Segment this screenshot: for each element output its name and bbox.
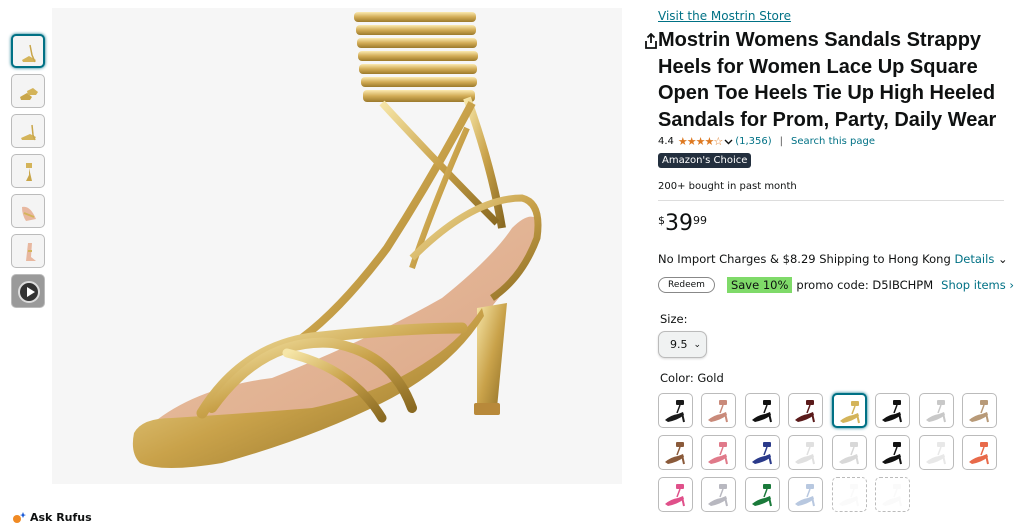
chevron-down-icon[interactable] bbox=[724, 139, 733, 145]
size-dropdown[interactable]: 9.5 ⌄ bbox=[658, 331, 707, 358]
sandal-swatch-icon bbox=[752, 484, 772, 507]
sandal-swatch-icon bbox=[882, 484, 902, 507]
sandal-swatch-icon bbox=[839, 442, 859, 465]
thumbnail-leg-view[interactable] bbox=[11, 234, 45, 268]
color-swatch[interactable] bbox=[658, 435, 693, 470]
main-product-image[interactable] bbox=[52, 8, 665, 484]
sandal-swatch-icon bbox=[926, 442, 946, 465]
thumbnail-worn-foot[interactable] bbox=[11, 194, 45, 228]
color-swatch[interactable] bbox=[745, 393, 780, 428]
search-this-page-link[interactable]: Search this page bbox=[791, 136, 875, 147]
thumbnail-gold-top[interactable] bbox=[11, 154, 45, 188]
gold-sandal-illustration bbox=[132, 12, 542, 468]
sandal-swatch-icon bbox=[708, 400, 728, 423]
share-icon bbox=[645, 33, 657, 49]
shipping-details-link[interactable]: Details bbox=[954, 252, 994, 266]
redeem-button[interactable]: Redeem bbox=[658, 277, 715, 293]
star-rating-icon[interactable]: ★★★★☆ bbox=[678, 135, 723, 148]
rating-count-link[interactable]: (1,356) bbox=[735, 136, 771, 147]
sandal-swatch-icon bbox=[882, 400, 902, 423]
sandal-pair-icon bbox=[20, 88, 38, 100]
price: $ 39 99 bbox=[658, 211, 707, 237]
color-swatch[interactable] bbox=[701, 435, 736, 470]
sandal-swatch-icon bbox=[665, 400, 685, 423]
color-swatch[interactable] bbox=[788, 393, 823, 428]
color-swatch[interactable] bbox=[745, 477, 780, 512]
sandal-swatch-icon bbox=[840, 401, 860, 424]
color-swatch[interactable] bbox=[875, 477, 910, 512]
price-symbol: $ bbox=[658, 214, 665, 227]
sandal-swatch-icon bbox=[752, 442, 772, 465]
color-swatch[interactable] bbox=[788, 477, 823, 512]
rating-value: 4.4 bbox=[658, 136, 674, 147]
price-whole: 39 bbox=[665, 211, 693, 236]
play-icon bbox=[18, 281, 40, 303]
thumbnail-strip bbox=[11, 34, 47, 314]
separator: | bbox=[779, 136, 784, 147]
price-fraction: 99 bbox=[693, 214, 707, 227]
ask-rufus-button[interactable]: Ask Rufus bbox=[12, 511, 92, 524]
color-swatch[interactable] bbox=[919, 435, 954, 470]
bought-count: 200+ bought in past month bbox=[658, 181, 797, 192]
save-badge: Save 10% bbox=[726, 277, 793, 293]
store-link[interactable]: Visit the Mostrin Store bbox=[658, 9, 791, 23]
sandal-swatch-icon bbox=[795, 484, 815, 507]
color-swatch[interactable] bbox=[962, 393, 997, 428]
foot-icon bbox=[22, 206, 36, 221]
sandal-thumbnail-icon bbox=[22, 44, 36, 63]
sandal-swatch-icon bbox=[795, 442, 815, 465]
color-swatch[interactable] bbox=[701, 393, 736, 428]
ask-rufus-label: Ask Rufus bbox=[30, 511, 92, 524]
color-swatch[interactable] bbox=[701, 477, 736, 512]
amazons-choice-badge: Amazon's Choice bbox=[658, 153, 752, 168]
promo-code: promo code: D5IBCHPM bbox=[796, 278, 934, 292]
sandal-swatch-icon bbox=[839, 484, 859, 507]
sandal-swatch-icon bbox=[708, 442, 728, 465]
color-swatch[interactable] bbox=[658, 477, 693, 512]
rating-row: 4.4 ★★★★☆ (1,356) | Search this page bbox=[658, 135, 875, 148]
thumbnail-gold-side[interactable] bbox=[11, 34, 45, 68]
sandal-back-icon bbox=[21, 124, 36, 141]
color-swatch[interactable] bbox=[919, 393, 954, 428]
chevron-down-icon[interactable]: ⌄ bbox=[998, 252, 1008, 266]
color-label: Color: Gold bbox=[660, 371, 724, 385]
thumbnail-gold-pair[interactable] bbox=[11, 74, 45, 108]
color-swatch[interactable] bbox=[875, 393, 910, 428]
thumbnail-video[interactable] bbox=[11, 274, 45, 308]
color-swatch[interactable] bbox=[788, 435, 823, 470]
sandal-top-icon bbox=[26, 163, 32, 181]
color-swatch[interactable] bbox=[962, 435, 997, 470]
sandal-swatch-icon bbox=[708, 484, 728, 507]
color-swatch[interactable] bbox=[658, 393, 693, 428]
sandal-swatch-icon bbox=[969, 442, 989, 465]
shop-items-link[interactable]: Shop items › bbox=[941, 278, 1014, 292]
sandal-swatch-icon bbox=[665, 484, 685, 507]
color-swatch[interactable] bbox=[832, 435, 867, 470]
color-swatch[interactable] bbox=[745, 435, 780, 470]
size-selected-value: 9.5 bbox=[670, 338, 688, 351]
promo-row: Redeem Save 10% promo code: D5IBCHPM Sho… bbox=[658, 277, 1014, 293]
color-swatch[interactable] bbox=[832, 477, 867, 512]
product-title: Mostrin Womens Sandals Strappy Heels for… bbox=[658, 29, 997, 131]
thumbnail-gold-back[interactable] bbox=[11, 114, 45, 148]
sandal-swatch-icon bbox=[795, 400, 815, 423]
chevron-down-icon: ⌄ bbox=[693, 339, 702, 350]
size-label: Size: bbox=[660, 312, 688, 326]
sandal-swatch-icon bbox=[665, 442, 685, 465]
shipping-info: No Import Charges & $8.29 Shipping to Ho… bbox=[658, 252, 1008, 266]
sandal-swatch-icon bbox=[882, 442, 902, 465]
divider bbox=[658, 200, 1004, 201]
rufus-sparkle-icon bbox=[13, 511, 26, 523]
leg-icon bbox=[26, 243, 36, 261]
sandal-swatch-icon bbox=[752, 400, 772, 423]
sandal-swatch-icon bbox=[926, 400, 946, 423]
color-swatch[interactable] bbox=[832, 393, 867, 428]
shipping-text: No Import Charges & $8.29 Shipping to Ho… bbox=[658, 252, 951, 266]
sandal-swatch-icon bbox=[969, 400, 989, 423]
color-swatch[interactable] bbox=[875, 435, 910, 470]
